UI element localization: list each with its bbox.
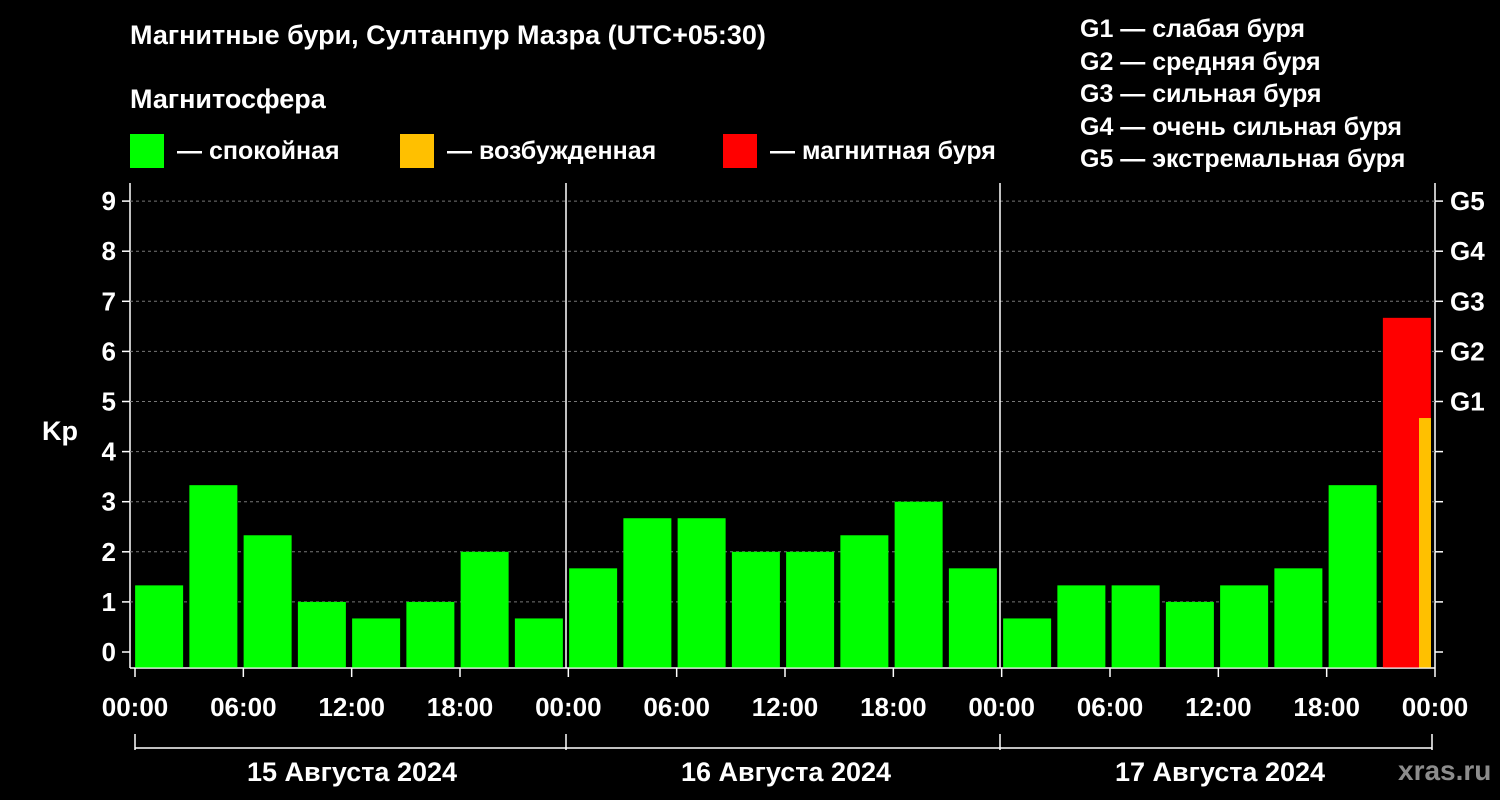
kp-bar bbox=[514, 618, 563, 668]
kp-bar bbox=[1419, 418, 1431, 668]
kp-bar bbox=[1165, 601, 1214, 668]
y-tick-label: 3 bbox=[102, 487, 116, 517]
x-tick-label: 06:00 bbox=[643, 692, 710, 722]
x-tick-label: 06:00 bbox=[210, 692, 277, 722]
x-tick-label: 18:00 bbox=[860, 692, 927, 722]
day-label: 15 Августа 2024 bbox=[247, 757, 457, 787]
x-tick-label: 00:00 bbox=[102, 692, 169, 722]
kp-bar bbox=[948, 568, 997, 668]
kp-bar bbox=[1057, 585, 1106, 668]
storm-level-label: G2 bbox=[1450, 336, 1485, 366]
kp-bar bbox=[623, 518, 672, 668]
kp-bar bbox=[677, 518, 726, 668]
x-tick-label: 06:00 bbox=[1077, 692, 1144, 722]
kp-bar bbox=[894, 501, 943, 668]
y-tick-label: 0 bbox=[102, 637, 116, 667]
kp-bar bbox=[460, 551, 509, 668]
y-tick-label: 5 bbox=[102, 387, 116, 417]
kp-bar bbox=[1111, 585, 1160, 668]
y-tick-label: 8 bbox=[102, 236, 116, 266]
y-tick-label: 1 bbox=[102, 587, 116, 617]
x-tick-label: 12:00 bbox=[318, 692, 385, 722]
x-tick-label: 12:00 bbox=[1185, 692, 1252, 722]
day-label: 16 Августа 2024 bbox=[681, 757, 891, 787]
storm-level-label: G4 bbox=[1450, 236, 1485, 266]
kp-bar bbox=[189, 485, 238, 668]
storm-level-label: G3 bbox=[1450, 286, 1485, 316]
storm-level-label: G1 bbox=[1450, 387, 1485, 417]
x-tick-label: 12:00 bbox=[752, 692, 819, 722]
y-tick-label: 4 bbox=[102, 437, 117, 467]
kp-bar bbox=[840, 535, 889, 668]
y-tick-label: 6 bbox=[102, 336, 116, 366]
source-credit: xras.ru bbox=[1398, 755, 1492, 786]
kp-bar bbox=[1003, 618, 1052, 668]
x-tick-label: 18:00 bbox=[427, 692, 494, 722]
y-tick-label: 7 bbox=[102, 286, 116, 316]
kp-bar bbox=[731, 551, 780, 668]
x-tick-label: 00:00 bbox=[968, 692, 1035, 722]
x-tick-label: 18:00 bbox=[1293, 692, 1360, 722]
kp-bar bbox=[297, 601, 346, 668]
kp-bar bbox=[243, 535, 292, 668]
y-axis-label: Kp bbox=[42, 416, 78, 446]
kp-bar bbox=[135, 585, 184, 668]
storm-level-label: G5 bbox=[1450, 186, 1485, 216]
x-tick-label: 00:00 bbox=[1402, 692, 1469, 722]
y-tick-label: 2 bbox=[102, 537, 116, 567]
kp-bar bbox=[569, 568, 618, 668]
kp-chart: 0 1 2 3 4 5 6 7 8 9 Kp G1 G2 G3 G4 G5 00:00 06:00 12:00 18:… bbox=[42, 183, 1485, 787]
kp-bar bbox=[406, 601, 455, 668]
kp-bar bbox=[1274, 568, 1323, 668]
kp-bar bbox=[1220, 585, 1269, 668]
x-tick-label: 00:00 bbox=[535, 692, 602, 722]
kp-bar bbox=[786, 551, 835, 668]
y-tick-label: 9 bbox=[102, 186, 116, 216]
day-label: 17 Августа 2024 bbox=[1115, 757, 1325, 787]
kp-bar bbox=[1328, 485, 1377, 668]
kp-bar bbox=[352, 618, 401, 668]
